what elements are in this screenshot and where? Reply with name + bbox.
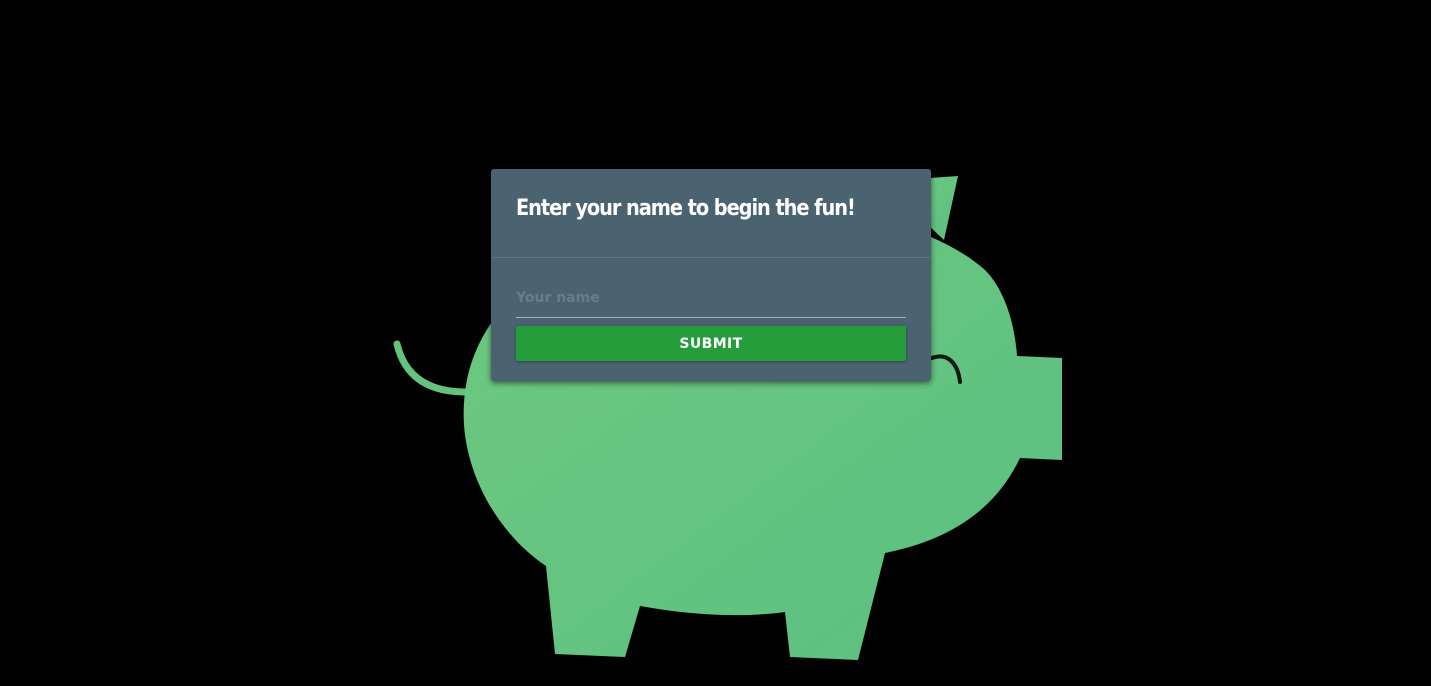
page-background: Enter your name to begin the fun! SUBMIT xyxy=(0,0,1431,686)
dialog-title: Enter your name to begin the fun! xyxy=(516,196,856,221)
name-dialog: Enter your name to begin the fun! SUBMIT xyxy=(491,169,931,381)
pig-tail xyxy=(393,340,470,396)
name-input[interactable] xyxy=(516,282,906,318)
submit-button[interactable]: SUBMIT xyxy=(516,326,906,361)
dialog-body: SUBMIT xyxy=(491,258,931,361)
dialog-header: Enter your name to begin the fun! xyxy=(491,169,931,258)
